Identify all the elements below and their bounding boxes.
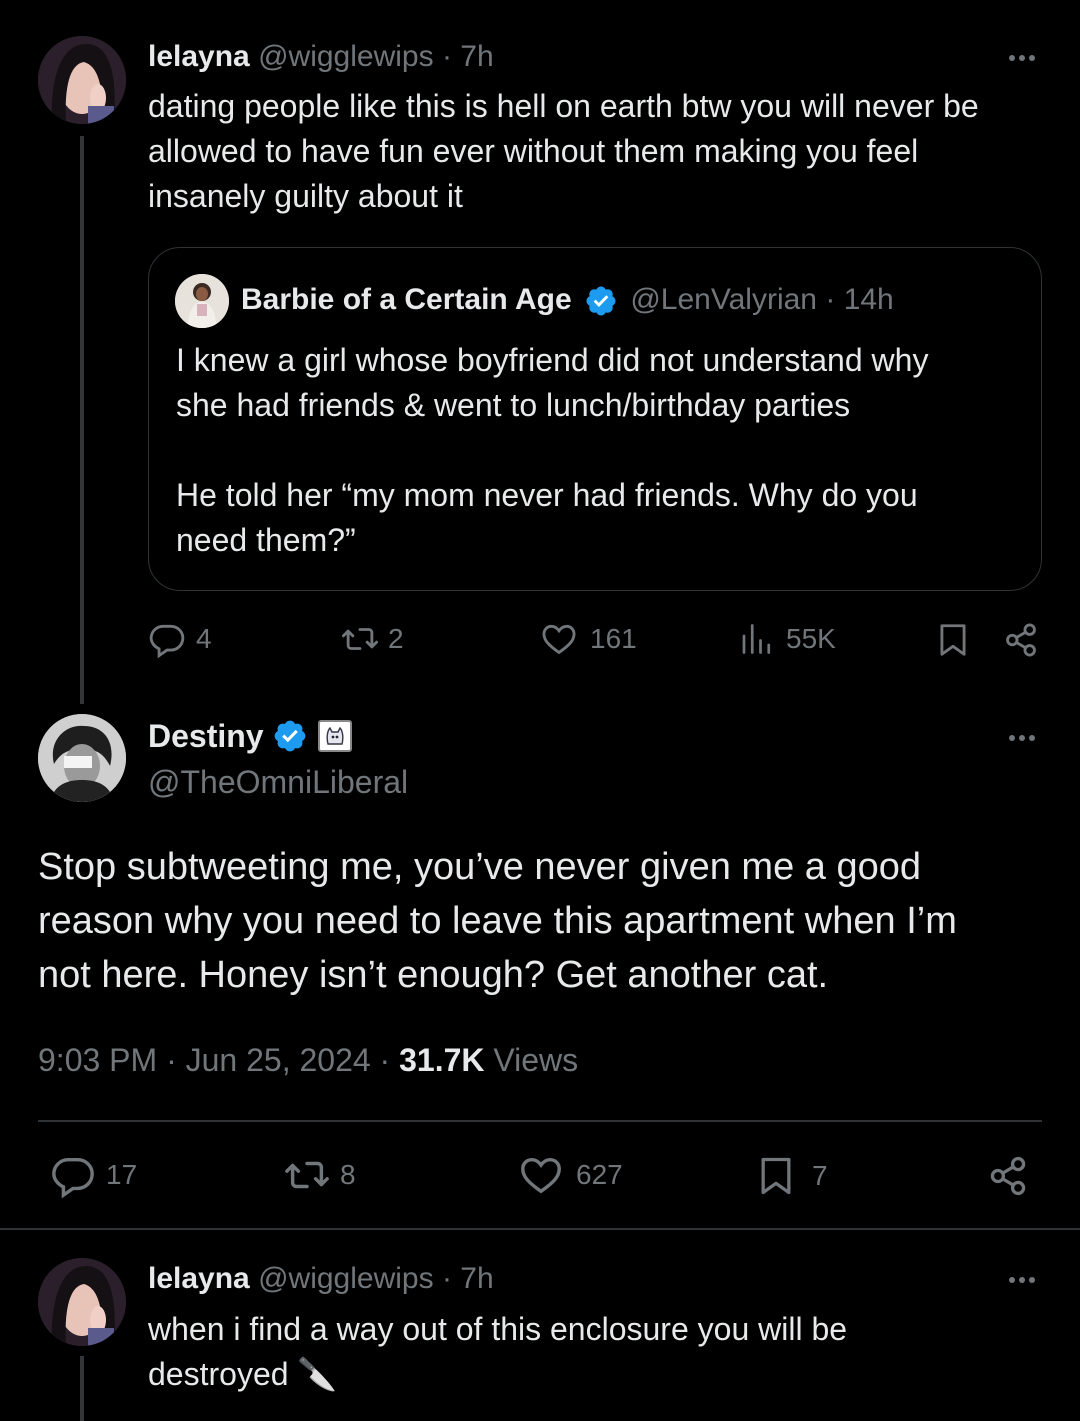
heart-icon [521,1157,561,1194]
views-button[interactable]: 55K [738,620,836,658]
quote-text: I knew a girl whose boyfriend did not un… [176,342,929,558]
display-name[interactable]: lelayna [148,40,250,73]
timestamp[interactable]: 7h [460,40,493,73]
quoted-tweet[interactable]: Barbie of a Certain Age @LenValyrian · 1… [148,247,1042,591]
like-button[interactable]: 627 [518,1152,623,1198]
share-icon [1006,623,1036,657]
repost-button[interactable]: 2 [340,620,404,658]
timestamp[interactable]: 9:03 PM · Jun 25, 2024 · [38,1042,399,1078]
repost-icon [285,1161,329,1189]
handle[interactable]: @wigglewips [258,40,434,73]
repost-count: 8 [340,1159,356,1190]
bookmark-count: 7 [812,1160,828,1191]
tweet-header: lelayna @wigglewips · 7h [148,38,494,76]
verified-badge-icon [274,720,305,752]
reply-icon [52,1157,94,1198]
repost-button[interactable]: 8 [282,1152,356,1198]
handle[interactable]: @wigglewips [258,1262,434,1295]
quote-avatar[interactable] [175,274,229,328]
affiliate-badge-icon[interactable] [317,720,352,752]
repost-icon [341,628,379,650]
avatar[interactable] [38,36,126,124]
like-button[interactable]: 161 [540,620,637,658]
views-icon [742,624,771,654]
separator: · [825,283,836,316]
quote-header: Barbie of a Certain Age @LenValyrian · 1… [241,281,894,319]
thread-line [80,136,84,704]
main-tweet-text: Stop subtweeting me, you’ve never given … [38,846,957,996]
quote-display-name[interactable]: Barbie of a Certain Age [241,283,572,316]
display-name[interactable]: lelayna [148,1262,250,1295]
reply-count: 4 [196,623,212,654]
repost-count: 2 [388,623,404,654]
views-count[interactable]: 31.7K [399,1042,484,1078]
separator: · [441,40,452,73]
more-icon[interactable] [1002,728,1042,748]
knife-emoji-icon: 🔪 [297,1356,338,1392]
reply-button[interactable]: 4 [148,620,212,658]
heart-icon [542,624,576,655]
more-icon[interactable] [1002,1270,1042,1290]
tweet-header: lelayna @wigglewips · 7h [148,1260,494,1298]
avatar[interactable] [38,1258,126,1346]
bookmark-icon [761,1157,791,1195]
bookmark-button[interactable] [934,620,972,660]
tweet-text: when i find a way out of this enclosure … [148,1311,848,1392]
share-button[interactable] [986,1152,1030,1200]
verified-badge-icon [586,286,616,316]
main-header-name-row: Destiny [148,716,352,756]
more-icon[interactable] [1002,48,1042,68]
reply-icon [149,624,185,658]
bookmark-icon [940,624,966,656]
reply-count: 17 [106,1159,138,1190]
views-count: 55K [786,623,836,654]
avatar[interactable] [38,714,126,802]
display-name[interactable]: Destiny [148,716,264,756]
handle[interactable]: @TheOmniLiberal [148,762,408,802]
bookmark-button[interactable]: 7 [754,1152,828,1200]
tweet-meta: 9:03 PM · Jun 25, 2024 · 31.7K Views [38,1040,578,1080]
thread-line [80,1356,84,1421]
reply-button[interactable]: 17 [50,1152,137,1198]
divider [38,1120,1042,1122]
share-button[interactable] [1002,620,1040,660]
like-count: 161 [590,623,637,654]
views-label: Views [493,1042,579,1078]
like-count: 627 [576,1159,623,1190]
tweet-text: dating people like this is hell on earth… [148,88,979,214]
quote-handle[interactable]: @LenValyrian [630,283,817,316]
separator: · [441,1262,452,1295]
quote-timestamp[interactable]: 14h [844,283,894,316]
share-icon [990,1156,1026,1196]
divider [0,1228,1080,1230]
timestamp[interactable]: 7h [460,1262,493,1295]
